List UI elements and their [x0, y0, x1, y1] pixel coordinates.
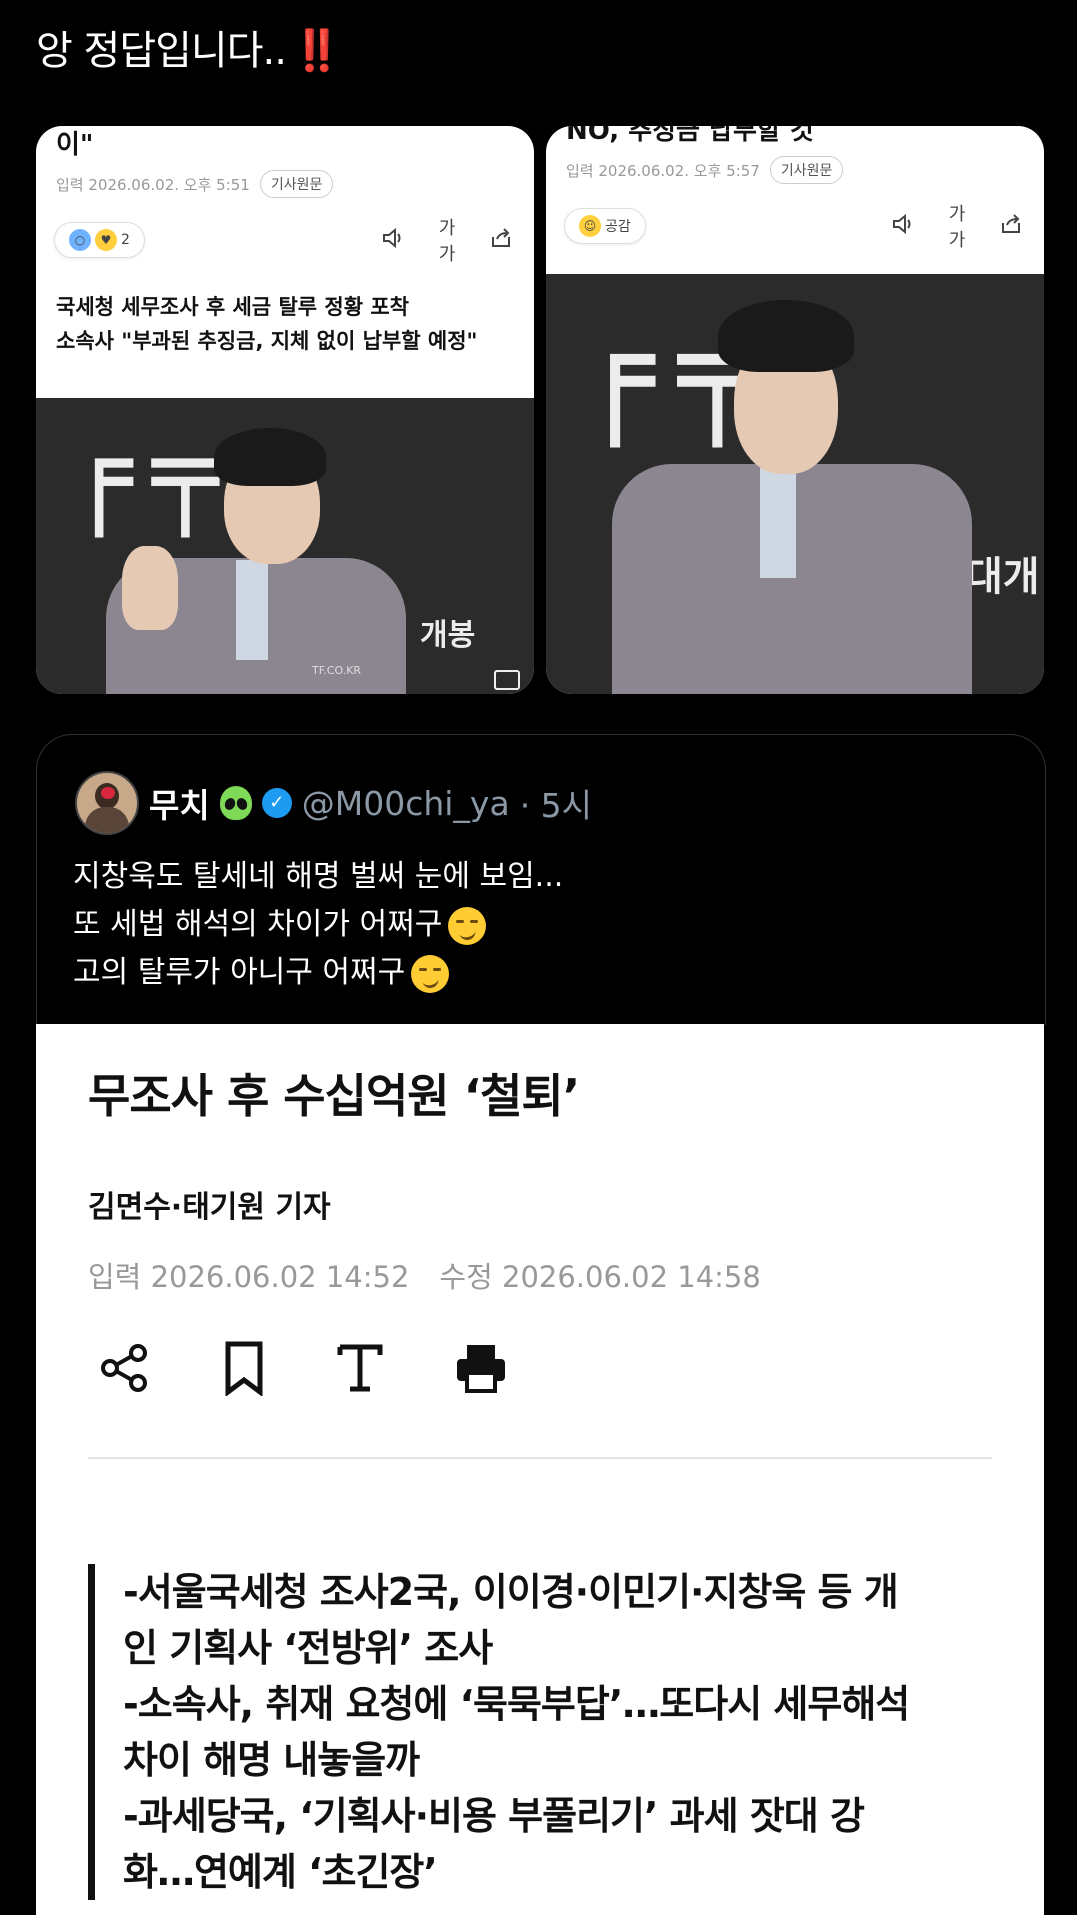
photo-watermark: TF.CO.KR: [312, 664, 362, 677]
volume-icon[interactable]: [380, 227, 406, 254]
expand-icon[interactable]: [494, 670, 520, 690]
share-icon[interactable]: [98, 1341, 152, 1395]
tweet-card[interactable]: 무치 ✓ @M00chi_ya · 5시 지창욱도 탈세네 해명 벌써 눈에 보…: [36, 734, 1046, 1025]
smirk-emoji-icon: [411, 954, 450, 993]
article-tools: 가가: [890, 200, 1024, 252]
article-toolbar: [98, 1340, 508, 1396]
article-action-row: ○ ♥ 2 가가: [36, 198, 534, 266]
tweet-time: · 5시: [519, 786, 593, 825]
article-meta: 입력 2026.06.02. 오후 5:51 기사원문: [36, 166, 534, 198]
source-article-button[interactable]: 기사원문: [769, 156, 844, 184]
divider: [88, 1457, 992, 1459]
user-handle[interactable]: @M00chi_ya: [302, 784, 510, 823]
news-screenshot-right: NO, 추징금 납부할 것 입력 2026.06.02. 오후 5:57 기사원…: [546, 126, 1044, 694]
reaction-button[interactable]: ○ ♥ 2: [54, 222, 145, 258]
double-exclamation-icon: ‼️: [291, 28, 342, 74]
article-tools: 가가: [380, 214, 514, 266]
source-article-button[interactable]: 기사원문: [259, 170, 334, 198]
poster-text: 대개: [966, 554, 1040, 600]
article-title: 무조사 후 수십억원 ‘철퇴’: [88, 1069, 580, 1123]
smile-emoji-icon: ☺: [579, 215, 601, 237]
alien-emoji-icon: [219, 786, 252, 820]
article-screenshot: 무조사 후 수십억원 ‘철퇴’ 김면수·태기원 기자 입력 2026.06.02…: [36, 1024, 1044, 1915]
article-byline: 김면수·태기원 기자: [88, 1190, 331, 1225]
article-photo: ╒╤ 개봉 TF.CO.KR: [36, 398, 534, 694]
summary-item: -과세당국, ‘기획사·비용 부풀리기’ 과세 잣대 강 화…연예계 ‘초긴장’: [123, 1794, 865, 1894]
reaction-count: 2: [121, 232, 130, 248]
verified-icon: ✓: [261, 788, 292, 818]
edit-date: 수정 2026.06.02 14:58: [439, 1260, 761, 1294]
tweet-line: 고의 탈루가 아니구 어쩌구: [73, 955, 406, 990]
headline-line: 국세청 세무조사 후 세금 탈루 정황 포착: [56, 295, 409, 319]
tweet-text: 지창욱도 탈세네 해명 벌써 눈에 보임... 또 세법 해석의 차이가 어쩌구…: [73, 853, 563, 997]
text-size-icon[interactable]: [336, 1341, 384, 1395]
article-summary: -서울국세청 조사2국, 이이경·이민기·지창욱 등 개 인 기획사 ‘전방위’…: [88, 1564, 983, 1900]
story-caption: 앙 정답입니다.. ‼️: [36, 18, 342, 76]
poster-text: 개봉: [420, 618, 476, 653]
tweet-line: 지창욱도 탈세네 해명 벌써 눈에 보임...: [73, 859, 564, 894]
bookmark-icon[interactable]: [222, 1340, 266, 1396]
love-emoji-icon: ♥: [95, 229, 117, 251]
article-meta: 입력 2026.06.02. 오후 5:57 기사원문: [546, 152, 1044, 184]
print-icon[interactable]: [454, 1341, 508, 1395]
summary-item: -서울국세청 조사2국, 이이경·이민기·지창욱 등 개 인 기획사 ‘전방위’…: [123, 1570, 899, 1670]
article-date: 입력 2026.06.02. 오후 5:57: [566, 161, 760, 180]
font-size-button[interactable]: 가가: [434, 214, 460, 266]
volume-icon[interactable]: [890, 213, 916, 240]
avatar[interactable]: [75, 771, 139, 835]
share-icon[interactable]: [488, 227, 514, 254]
cut-headline: 이": [56, 130, 94, 160]
tweet-line: 또 세법 해석의 차이가 어쩌구: [73, 907, 443, 942]
article-photo: ╒╤ 대개: [546, 274, 1044, 694]
cut-headline: NO, 추징금 납부할 것: [566, 126, 814, 146]
smirk-emoji-icon: [448, 906, 487, 945]
summary-item: -소속사, 취재 요청에 ‘묵묵부답’…또다시 세무해석 차이 해명 내놓을까: [123, 1682, 910, 1782]
share-icon[interactable]: [998, 213, 1024, 240]
tweet-header: 무치 ✓ @M00chi_ya · 5시: [75, 771, 592, 835]
article-headline: 국세청 세무조사 후 세금 탈루 정황 포착 소속사 "부과된 추징금, 지체 …: [36, 266, 534, 358]
reaction-button[interactable]: ☺ 공감: [564, 208, 646, 244]
input-date: 입력 2026.06.02 14:52: [88, 1260, 410, 1294]
headline-line: 소속사 "부과된 추징금, 지체 없이 납부할 예정": [56, 329, 478, 353]
article-date: 입력 2026.06.02. 오후 5:51: [56, 175, 250, 194]
reaction-label: 공감: [605, 219, 631, 235]
caption-text: 앙 정답입니다..: [36, 28, 287, 74]
article-dates: 입력 2026.06.02 14:52 수정 2026.06.02 14:58: [88, 1254, 761, 1296]
font-size-button[interactable]: 가가: [944, 200, 970, 252]
article-action-row: ☺ 공감 가가: [546, 184, 1044, 252]
surprised-emoji-icon: ○: [69, 229, 91, 251]
display-name[interactable]: 무치: [149, 779, 210, 827]
news-screenshot-left: 이" 입력 2026.06.02. 오후 5:51 기사원문 ○ ♥ 2 가가 …: [36, 126, 534, 694]
